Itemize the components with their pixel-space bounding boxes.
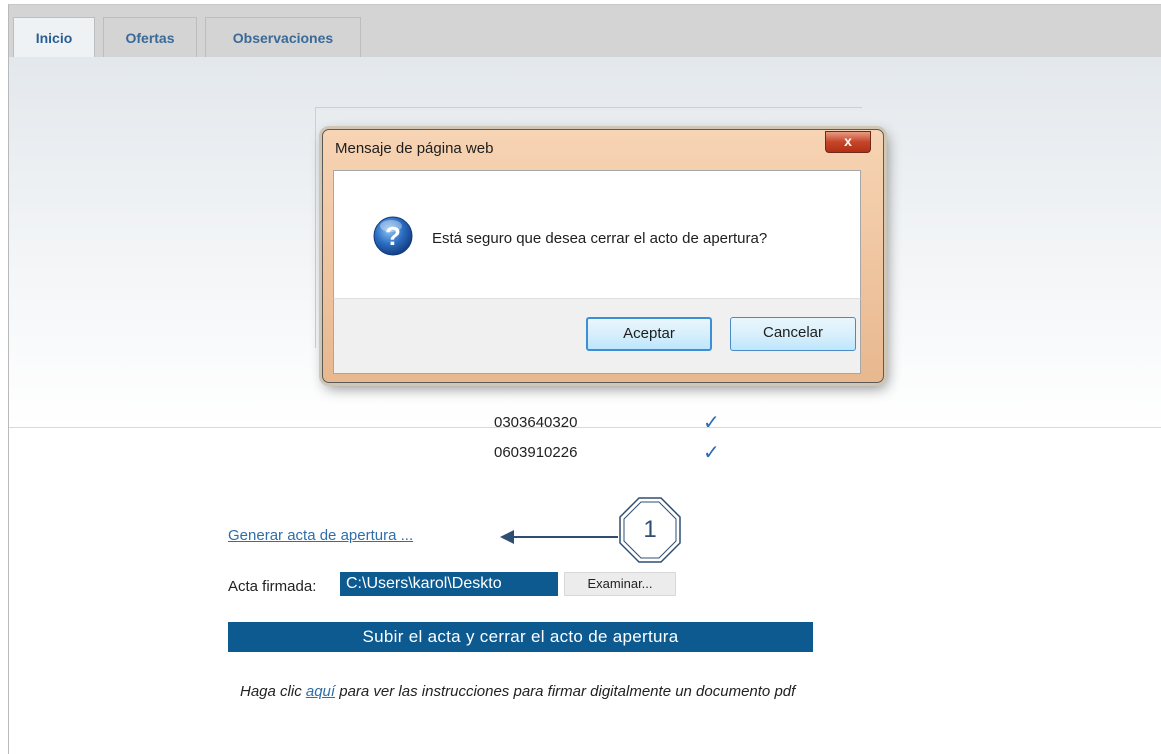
arrow-icon bbox=[514, 536, 618, 538]
instructions-suffix: para ver las instrucciones para firmar d… bbox=[335, 683, 796, 700]
arrow-head-icon bbox=[500, 530, 514, 544]
upload-close-button[interactable]: Subir el acta y cerrar el acto de apertu… bbox=[228, 622, 813, 652]
signed-act-file-input[interactable]: C:\Users\karol\Deskto bbox=[340, 572, 558, 596]
browse-button[interactable]: Examinar... bbox=[564, 572, 676, 596]
instructions-prefix: Haga clic bbox=[240, 683, 306, 700]
signed-act-label: Acta firmada: bbox=[228, 578, 317, 595]
generate-act-link[interactable]: Generar acta de apertura ... bbox=[228, 527, 413, 544]
list-item-id: 0303640320 bbox=[494, 414, 578, 431]
dialog-title: Mensaje de página web bbox=[335, 140, 494, 157]
tab-observaciones[interactable]: Observaciones bbox=[205, 17, 361, 57]
check-icon: ✓ bbox=[703, 412, 720, 434]
svg-text:?: ? bbox=[385, 221, 401, 251]
tab-bar: Inicio Ofertas Observaciones bbox=[9, 5, 1161, 57]
instructions-text: Haga clic aquí para ver las instruccione… bbox=[240, 683, 960, 700]
callout-number: 1 bbox=[643, 516, 657, 543]
dialog-message: Está seguro que desea cerrar el acto de … bbox=[432, 230, 768, 247]
close-icon[interactable]: x bbox=[825, 131, 871, 153]
accept-button[interactable]: Aceptar bbox=[586, 317, 712, 351]
check-icon: ✓ bbox=[703, 442, 720, 464]
cancel-button[interactable]: Cancelar bbox=[730, 317, 856, 351]
confirm-dialog: Mensaje de página web x ? Está seguro qu… bbox=[322, 129, 884, 383]
instructions-link[interactable]: aquí bbox=[306, 683, 335, 700]
list-item-id: 0603910226 bbox=[494, 444, 578, 461]
dialog-body: ? Está seguro que desea cerrar el acto d… bbox=[333, 170, 861, 298]
question-icon: ? bbox=[373, 216, 413, 256]
tab-ofertas[interactable]: Ofertas bbox=[103, 17, 197, 57]
dialog-footer: Aceptar Cancelar bbox=[333, 298, 861, 374]
tab-inicio[interactable]: Inicio bbox=[13, 17, 95, 57]
